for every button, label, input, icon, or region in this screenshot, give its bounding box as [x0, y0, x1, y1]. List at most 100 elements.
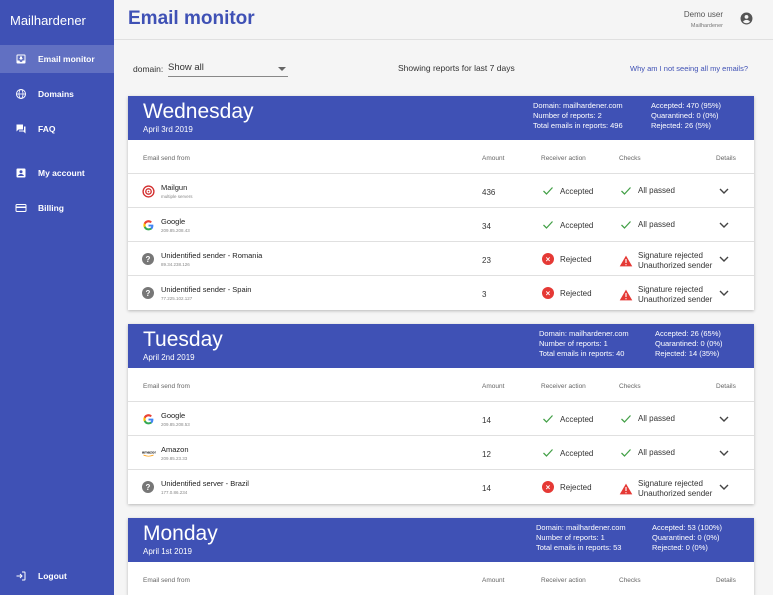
nav-faq[interactable]: FAQ: [0, 115, 114, 143]
nav-billing[interactable]: Billing: [0, 194, 114, 222]
col-from: Email send from: [143, 577, 190, 584]
app-brand: Mailhardener: [10, 13, 86, 28]
col-action: Receiver action: [541, 383, 586, 390]
inbox-icon: [14, 52, 28, 66]
table-row[interactable]: amazon Amazon 209.85.23.33 12 Accepted A…: [128, 436, 754, 470]
checks-text: Signature rejected: [638, 285, 703, 294]
nav-label: Email monitor: [38, 54, 95, 64]
nav-domains[interactable]: Domains: [0, 80, 114, 108]
checks: All passed: [619, 413, 675, 425]
table-row[interactable]: ? Unidentified sender - Spain 77.225.102…: [128, 276, 754, 310]
user-org: Mailhardener: [690, 23, 723, 29]
stat-total: Total emails in reports: 53: [536, 543, 622, 552]
credit-card-icon: [14, 201, 28, 215]
table-header: Email send from Amount Receiver action C…: [128, 140, 754, 174]
sender-ip: 177.0.86.234: [161, 490, 188, 495]
check-icon: [619, 219, 633, 231]
stat-domain: Domain: mailhardener.com: [539, 329, 629, 338]
checks-text: Unauthorized sender: [638, 294, 713, 304]
nav-label: Domains: [38, 89, 74, 99]
stat-total: Total emails in reports: 496: [533, 121, 623, 130]
amount: 23: [482, 256, 491, 265]
checks-text: Unauthorized sender: [638, 260, 713, 270]
sender-name: Google: [161, 411, 186, 420]
col-from: Email send from: [143, 383, 190, 390]
unknown-sender-icon: ?: [142, 287, 155, 300]
stat-rejected: Rejected: 14 (35%): [655, 349, 720, 358]
nav-label: Logout: [38, 571, 67, 581]
stat-reports: Number of reports: 2: [533, 111, 602, 120]
expand-details-icon[interactable]: [719, 289, 729, 297]
action-text: Accepted: [560, 220, 594, 230]
table-row[interactable]: Mailgun multiple servers 436 Accepted Al…: [128, 174, 754, 208]
col-details: Details: [716, 155, 736, 162]
stat-accepted: Accepted: 26 (65%): [655, 329, 721, 338]
checks: Signature rejected Unauthorized sender: [619, 251, 712, 270]
table-row[interactable]: Google 209.85.208.43 34 Accepted All pas…: [128, 208, 754, 242]
day-date: April 3rd 2019: [143, 125, 193, 134]
checks: All passed: [619, 447, 675, 459]
col-action: Receiver action: [541, 155, 586, 162]
day-name: Monday: [143, 522, 218, 545]
logout-icon: [14, 569, 28, 583]
expand-details-icon[interactable]: [719, 483, 729, 491]
col-checks: Checks: [619, 577, 641, 584]
help-link[interactable]: Why am I not seeing all my emails?: [630, 64, 748, 73]
unknown-sender-icon: ?: [142, 481, 155, 494]
stat-reports: Number of reports: 1: [539, 339, 608, 348]
action-text: Rejected: [560, 254, 592, 264]
expand-details-icon[interactable]: [719, 187, 729, 195]
sender-ip: 209.85.208.43: [161, 228, 190, 233]
nav-label: FAQ: [38, 124, 56, 134]
receiver-action: × Rejected: [542, 287, 592, 299]
amount: 12: [482, 450, 491, 459]
stat-rejected: Rejected: 0 (0%): [652, 543, 708, 552]
col-from: Email send from: [143, 155, 190, 162]
sender-ip: 89.34.238.126: [161, 262, 190, 267]
report-stats: Domain: mailhardener.com Number of repor…: [539, 329, 629, 359]
domain-select[interactable]: Show all: [168, 60, 288, 77]
receiver-action: Accepted: [542, 185, 593, 197]
sidebar: Mailhardener Email monitor Domains FAQ M…: [0, 0, 114, 595]
table-row[interactable]: ? Unidentified sender - Romania 89.34.23…: [128, 242, 754, 276]
stat-domain: Domain: mailhardener.com: [536, 523, 626, 532]
rejected-icon: ×: [542, 481, 554, 493]
checks: All passed: [619, 219, 675, 231]
nav-logout[interactable]: Logout: [0, 562, 114, 590]
google-logo-icon: [142, 413, 155, 426]
checks: Signature rejected Unauthorized sender: [619, 479, 712, 498]
expand-details-icon[interactable]: [719, 415, 729, 423]
page-title: Email monitor: [128, 8, 255, 29]
checks-text: All passed: [638, 448, 675, 458]
svg-text:amazon: amazon: [142, 450, 156, 455]
col-checks: Checks: [619, 155, 641, 162]
nav-email-monitor[interactable]: Email monitor: [0, 45, 114, 73]
table-row[interactable]: Google 209.85.208.53 14 Accepted All pas…: [128, 402, 754, 436]
action-text: Rejected: [560, 482, 592, 492]
account-circle-icon[interactable]: [740, 12, 753, 25]
check-icon: [542, 413, 554, 425]
check-icon: [619, 413, 633, 425]
table-header: Email send from Amount Receiver action C…: [128, 562, 754, 595]
action-text: Accepted: [560, 448, 594, 458]
expand-details-icon[interactable]: [719, 221, 729, 229]
user-info[interactable]: Demo user Mailhardener: [684, 10, 723, 29]
sender-name: Unidentified sender - Romania: [161, 251, 263, 260]
day-card-wednesday: Wednesday April 3rd 2019 Domain: mailhar…: [128, 96, 754, 310]
expand-details-icon[interactable]: [719, 449, 729, 457]
checks-text: Unauthorized sender: [638, 488, 713, 498]
table-row[interactable]: ? Unidentified server - Brazil 177.0.86.…: [128, 470, 754, 504]
sender-name: Amazon: [161, 445, 189, 454]
forum-icon: [14, 122, 28, 136]
col-details: Details: [716, 383, 736, 390]
sender-ip: 77.225.102.127: [161, 296, 193, 301]
stat-rejected: Rejected: 26 (5%): [651, 121, 712, 130]
nav-label: Billing: [38, 203, 64, 213]
showing-period-text: Showing reports for last 7 days: [398, 63, 515, 73]
dropdown-arrow-icon: [278, 67, 286, 71]
stat-total: Total emails in reports: 40: [539, 349, 625, 358]
check-icon: [619, 447, 633, 459]
col-amount: Amount: [482, 383, 505, 390]
nav-my-account[interactable]: My account: [0, 159, 114, 187]
expand-details-icon[interactable]: [719, 255, 729, 263]
